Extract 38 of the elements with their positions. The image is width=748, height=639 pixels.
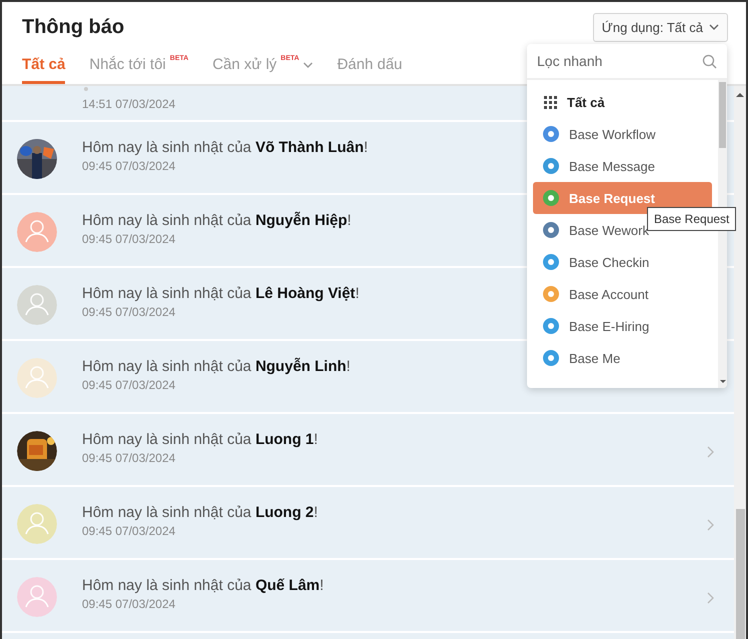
page-title: Thông báo (22, 16, 124, 39)
tooltip: Base Request (647, 207, 736, 231)
tab[interactable]: Cần xử lý $^{BETA}$ (212, 50, 314, 84)
notification-message: Hôm nay là sinh nhật của Nguyễn Linh! (82, 358, 350, 375)
beta-label: BETA (170, 54, 188, 62)
notification-time: 09:45 07/03/2024 (82, 378, 176, 392)
app-option[interactable]: Tất cả (533, 86, 712, 118)
notification-row[interactable]: Hôm nay là sinh nhật của Quế Lâm! 09:45 07/03/2024 (2, 560, 734, 633)
app-option[interactable]: Base E-Hiring (533, 310, 712, 342)
beta-label: BETA (280, 54, 300, 62)
notification-message: Hôm nay là sinh nhật của Quế Lâm! (82, 577, 324, 594)
app-option[interactable]: Base Message (533, 150, 712, 182)
search-icon (702, 54, 717, 68)
notification-time: 09:45 07/03/2024 (82, 597, 176, 611)
scroll-up-icon[interactable] (736, 92, 744, 98)
notification-message: Hôm nay là sinh nhật của Luong 2! (82, 504, 318, 521)
scroll-down-icon[interactable] (720, 380, 726, 384)
notification-row[interactable]: Hôm nay là sinh nhật của Luong 2! 09:45 07/03/2024 (2, 487, 734, 560)
notification-message: Hôm nay là sinh nhật của Võ Thành Luân! (82, 139, 368, 156)
notification-time: 09:45 07/03/2024 (82, 159, 176, 173)
notification-message: Hôm nay là sinh nhật của Nguyễn Hiệp! (82, 212, 352, 229)
tab[interactable]: Nhắc tới tôi $^{BETA}$ (89, 50, 188, 84)
scrollbar-thumb[interactable] (736, 509, 744, 639)
notification-row[interactable]: Hôm nay là sinh nhật của Luong 1! 09:45 07/03/2024 (2, 414, 734, 487)
scrollbar-thumb[interactable] (719, 82, 726, 148)
app-option[interactable]: Base Account (533, 278, 712, 310)
notification-message: Hôm nay là sinh nhật của Lê Hoàng Việt! (82, 285, 360, 302)
app-option[interactable]: Base Me (533, 342, 712, 374)
quick-filter-field[interactable]: Lọc nhanh (537, 51, 687, 71)
notification-time: 09:45 07/03/2024 (82, 524, 176, 538)
notification-message: Hôm nay là sinh nhật của Luong 1! (82, 431, 318, 448)
notification-time: 09:45 07/03/2024 (82, 451, 176, 465)
notification-time: 09:45 07/03/2024 (82, 232, 176, 246)
chevron-down-icon (709, 24, 719, 30)
notification-time: 09:45 07/03/2024 (82, 305, 176, 319)
app-filter-button[interactable]: Ứng dụng: Tất cả (592, 12, 728, 42)
notification-time: 14:51 07/03/2024 (82, 97, 176, 111)
grid-icon (543, 95, 557, 109)
